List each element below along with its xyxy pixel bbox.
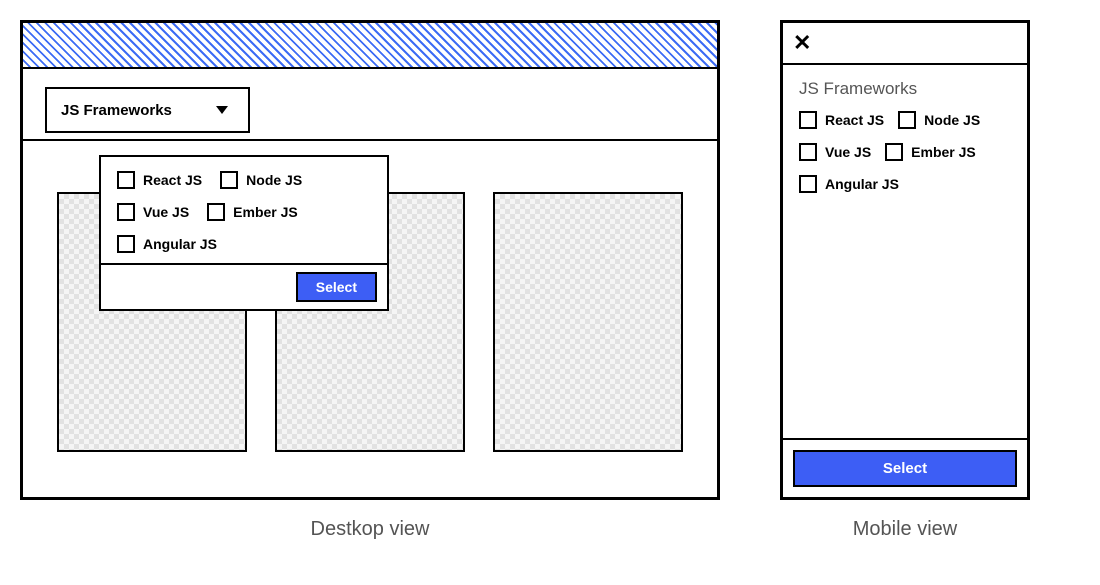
option-node-js[interactable]: Node JS [220,171,302,189]
option-angular-js[interactable]: Angular JS [117,235,217,253]
option-label: Vue JS [825,144,871,160]
checkbox-icon[interactable] [207,203,225,221]
option-label: Angular JS [143,236,217,252]
option-vue-js[interactable]: Vue JS [799,143,871,161]
option-react-js[interactable]: React JS [799,111,884,129]
option-label: React JS [143,172,202,188]
mobile-caption: Mobile view [853,518,957,541]
option-node-js[interactable]: Node JS [898,111,980,129]
option-ember-js[interactable]: Ember JS [207,203,298,221]
select-button[interactable]: Select [296,272,377,302]
desktop-caption: Destkop view [311,518,430,541]
mobile-titlebar: ✕ [783,23,1027,65]
close-icon[interactable]: ✕ [793,32,811,54]
option-label: Ember JS [911,144,976,160]
framework-dropdown-label: JS Frameworks [61,102,172,119]
desktop-header-bar [23,23,717,69]
framework-dropdown-panel: React JS Node JS Vue JS Ember JS [99,155,389,311]
option-react-js[interactable]: React JS [117,171,202,189]
mobile-wireframe: ✕ JS Frameworks React JS Node JS Vue JS [780,20,1030,500]
desktop-filter-row: JS Frameworks [23,69,717,141]
mobile-heading: JS Frameworks [783,65,1027,107]
checkbox-icon[interactable] [220,171,238,189]
mobile-options-list: React JS Node JS Vue JS Ember JS Angular… [783,107,1027,197]
option-label: Ember JS [233,204,298,220]
content-card [493,192,683,452]
checkbox-icon[interactable] [799,111,817,129]
option-label: React JS [825,112,884,128]
checkbox-icon[interactable] [117,203,135,221]
option-label: Angular JS [825,176,899,192]
framework-dropdown-button[interactable]: JS Frameworks [45,87,250,133]
option-label: Node JS [924,112,980,128]
checkbox-icon[interactable] [898,111,916,129]
desktop-wireframe: JS Frameworks React JS [20,20,720,500]
option-ember-js[interactable]: Ember JS [885,143,976,161]
checkbox-icon[interactable] [799,143,817,161]
checkbox-icon[interactable] [117,171,135,189]
option-label: Node JS [246,172,302,188]
checkbox-icon[interactable] [117,235,135,253]
option-angular-js[interactable]: Angular JS [799,175,899,193]
checkbox-icon[interactable] [799,175,817,193]
checkbox-icon[interactable] [885,143,903,161]
option-vue-js[interactable]: Vue JS [117,203,189,221]
caret-down-icon [216,106,228,114]
option-label: Vue JS [143,204,189,220]
dropdown-panel-footer: Select [101,263,387,309]
select-button[interactable]: Select [793,450,1017,487]
mobile-footer: Select [783,438,1027,497]
